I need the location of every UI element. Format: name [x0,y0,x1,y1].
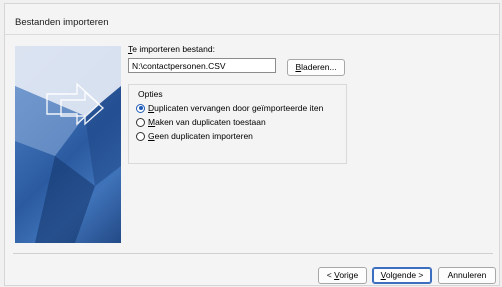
option-no-duplicates[interactable]: Geen duplicaten importeren [136,130,253,142]
title-divider [5,34,499,35]
import-file-input[interactable] [128,58,276,73]
options-title: Opties [138,89,163,99]
option-allow-duplicates-label: Maken van duplicaten toestaan [148,117,266,127]
radio-unselected-icon[interactable] [136,131,145,141]
option-replace-duplicates[interactable]: Duplicaten vervangen door geïmporteerde … [136,102,323,114]
option-replace-duplicates-label: Duplicaten vervangen door geïmporteerde … [148,103,324,113]
wizard-graphic [15,46,121,243]
back-button[interactable]: < Vorige [318,267,367,284]
radio-selected-icon[interactable] [136,103,145,113]
option-allow-duplicates[interactable]: Maken van duplicaten toestaan [136,116,266,128]
dialog-title: Bestanden importeren [15,17,109,28]
next-button[interactable]: Volgende > [372,267,432,284]
options-group: Opties Duplicaten vervangen door geïmpor… [128,84,347,164]
footer-divider [13,253,493,254]
browse-button[interactable]: Bladeren... [287,59,345,76]
import-dialog: Bestanden importeren Te importeren besta… [4,3,500,286]
import-file-label: Te importeren bestand: [128,44,215,54]
option-no-duplicates-label: Geen duplicaten importeren [148,131,253,141]
radio-unselected-icon[interactable] [136,117,145,127]
cancel-button[interactable]: Annuleren [438,267,496,284]
